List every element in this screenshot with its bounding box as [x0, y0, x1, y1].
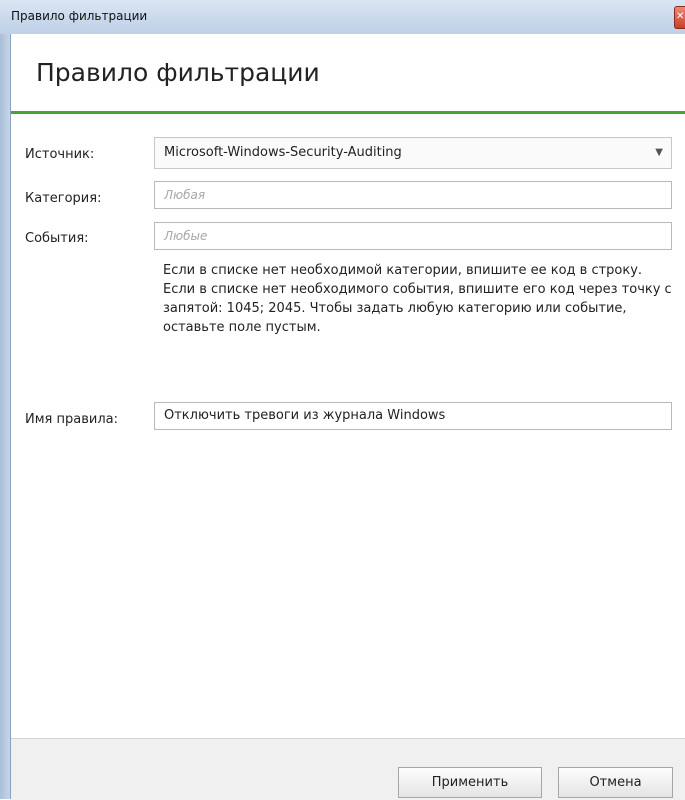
header-divider — [11, 111, 685, 114]
dropdown-arrow-icon[interactable]: ▼ — [655, 138, 663, 168]
dialog-heading: Правило фильтрации — [36, 58, 320, 87]
category-label: Категория: — [25, 191, 102, 206]
rule-name-label: Имя правила: — [25, 412, 118, 427]
source-label: Источник: — [25, 147, 95, 162]
help-text: Если в списке нет необходимой категории,… — [163, 263, 672, 335]
dialog-client-area: Правило фильтрации Источник: Microsoft-W… — [10, 34, 685, 800]
category-placeholder: Любая — [164, 188, 206, 202]
window-title: Правило фильтрации — [11, 9, 148, 23]
events-placeholder: Любые — [164, 229, 208, 243]
rule-name-value: Отключить тревоги из журнала Windows — [164, 408, 446, 423]
window-close-button[interactable]: ✕ — [674, 6, 685, 29]
source-dropdown[interactable]: Microsoft-Windows-Security-Auditing ▼ — [154, 137, 672, 169]
window-titlebar[interactable]: Правило фильтрации ✕ — [0, 0, 685, 34]
cancel-button[interactable]: Отмена — [558, 767, 673, 798]
source-value: Microsoft-Windows-Security-Auditing — [164, 145, 402, 160]
window-frame-left — [0, 34, 10, 799]
dialog-footer: Применить Отмена — [11, 738, 685, 800]
events-input[interactable]: Любые — [154, 222, 672, 250]
apply-button[interactable]: Применить — [398, 767, 542, 798]
category-input[interactable]: Любая — [154, 181, 672, 209]
close-icon: ✕ — [676, 11, 685, 22]
rule-name-input[interactable]: Отключить тревоги из журнала Windows — [154, 402, 672, 430]
events-label: События: — [25, 231, 89, 246]
